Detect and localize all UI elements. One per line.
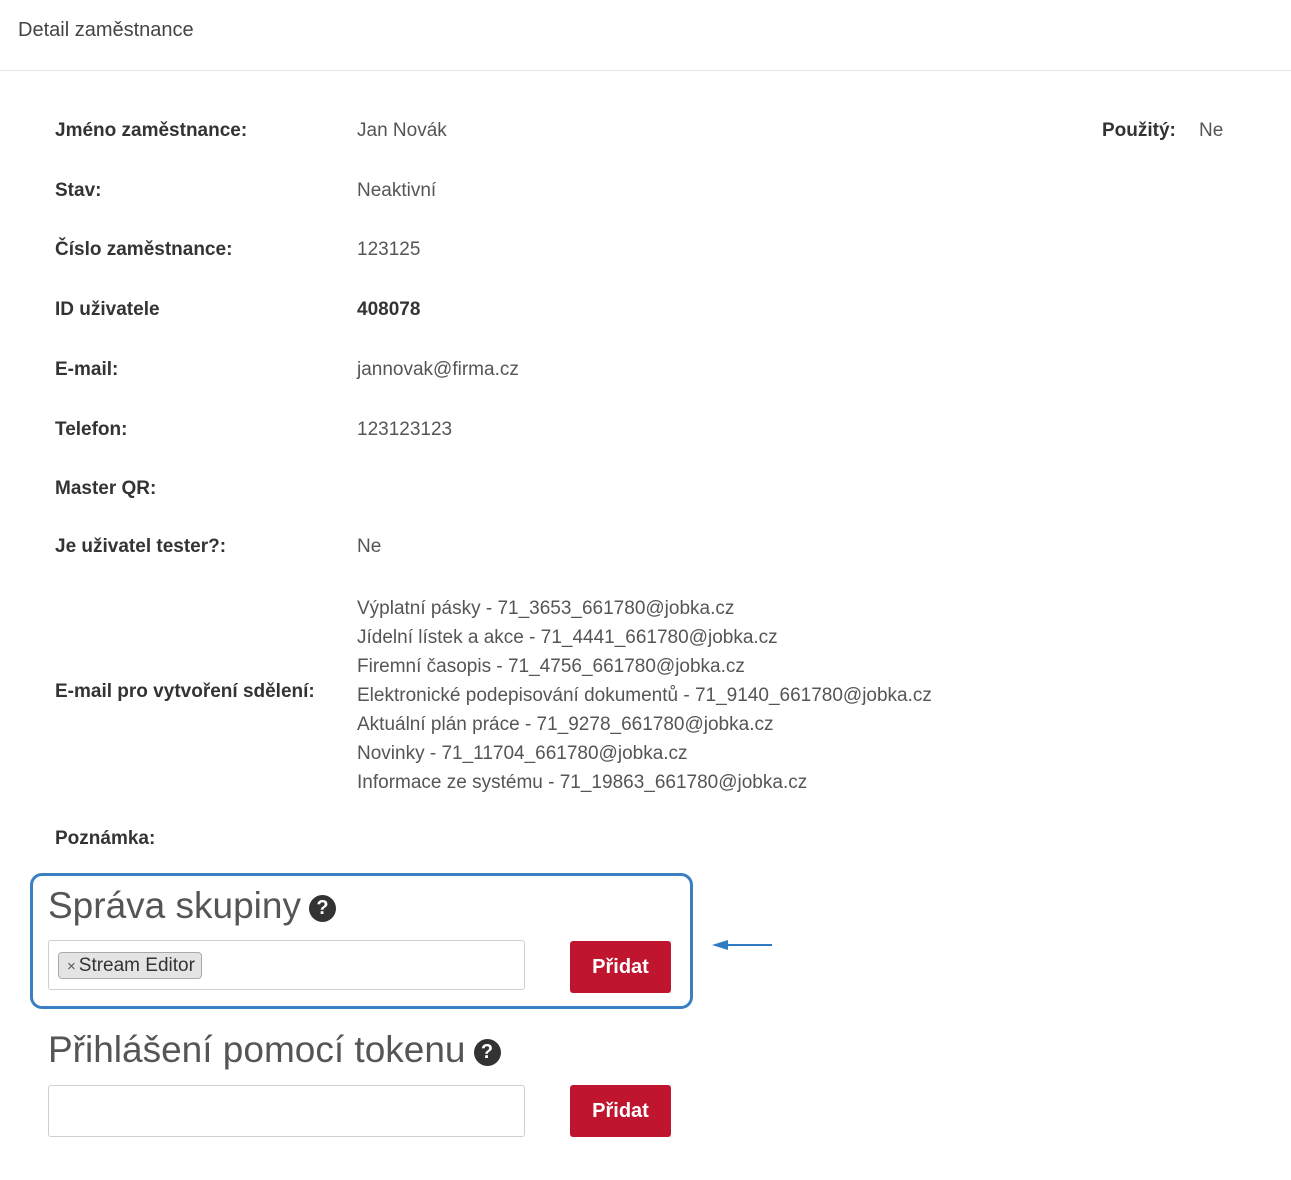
message-email-item: Novinky - 71_11704_661780@jobka.cz <box>357 743 688 764</box>
employee-name-value: Jan Novák <box>357 120 447 141</box>
page-header: Detail zaměstnance <box>0 0 1291 71</box>
user-id-label: ID uživatele <box>55 299 160 320</box>
token-login-title: Přihlášení pomocí tokenu? <box>48 1028 501 1072</box>
group-tags-input[interactable]: × Stream Editor <box>48 940 525 990</box>
message-email-item: Elektronické podepisování dokumentů - 71… <box>357 685 932 706</box>
email-value: jannovak@firma.cz <box>357 359 519 380</box>
token-login-title-text: Přihlášení pomocí tokenu <box>48 1029 466 1070</box>
group-tag-label: Stream Editor <box>78 955 195 976</box>
group-tag: × Stream Editor <box>58 952 202 979</box>
message-emails-label: E-mail pro vytvoření sdělení: <box>55 681 315 702</box>
group-management-title: Správa skupiny? <box>48 884 336 928</box>
help-icon[interactable]: ? <box>308 895 336 922</box>
tester-value: Ne <box>357 536 382 557</box>
add-group-button[interactable]: Přidat <box>570 941 671 993</box>
message-email-item: Aktuální plán práce - 71_9278_661780@job… <box>357 714 774 735</box>
group-management-title-text: Správa skupiny <box>48 885 301 926</box>
employee-number-label: Číslo zaměstnance: <box>55 239 233 260</box>
note-label: Poznámka: <box>55 828 156 849</box>
status-value: Neaktivní <box>357 180 437 201</box>
message-email-item: Výplatní pásky - 71_3653_661780@jobka.cz <box>357 598 735 619</box>
annotation-arrow-icon <box>712 940 772 950</box>
tester-label: Je uživatel tester?: <box>55 536 227 557</box>
message-emails-list: Výplatní pásky - 71_3653_661780@jobka.cz… <box>357 594 932 797</box>
used-label: Použitý: <box>1102 120 1176 141</box>
status-label: Stav: <box>55 180 102 201</box>
phone-value: 123123123 <box>357 419 453 440</box>
phone-label: Telefon: <box>55 419 128 440</box>
used-value: Ne <box>1199 120 1224 141</box>
message-email-item: Firemní časopis - 71_4756_661780@jobka.c… <box>357 656 745 677</box>
user-id-value: 408078 <box>357 299 421 320</box>
add-token-button[interactable]: Přidat <box>570 1085 671 1137</box>
message-email-item: Informace ze systému - 71_19863_661780@j… <box>357 772 808 793</box>
page-title: Detail zaměstnance <box>18 19 194 41</box>
message-email-item: Jídelní lístek a akce - 71_4441_661780@j… <box>357 627 778 648</box>
email-label: E-mail: <box>55 359 119 380</box>
token-input[interactable] <box>48 1085 525 1137</box>
help-icon[interactable]: ? <box>473 1039 501 1066</box>
tag-remove-icon[interactable]: × <box>67 958 76 975</box>
master-qr-label: Master QR: <box>55 478 157 499</box>
employee-name-label: Jméno zaměstnance: <box>55 120 248 141</box>
employee-number-value: 123125 <box>357 239 421 260</box>
